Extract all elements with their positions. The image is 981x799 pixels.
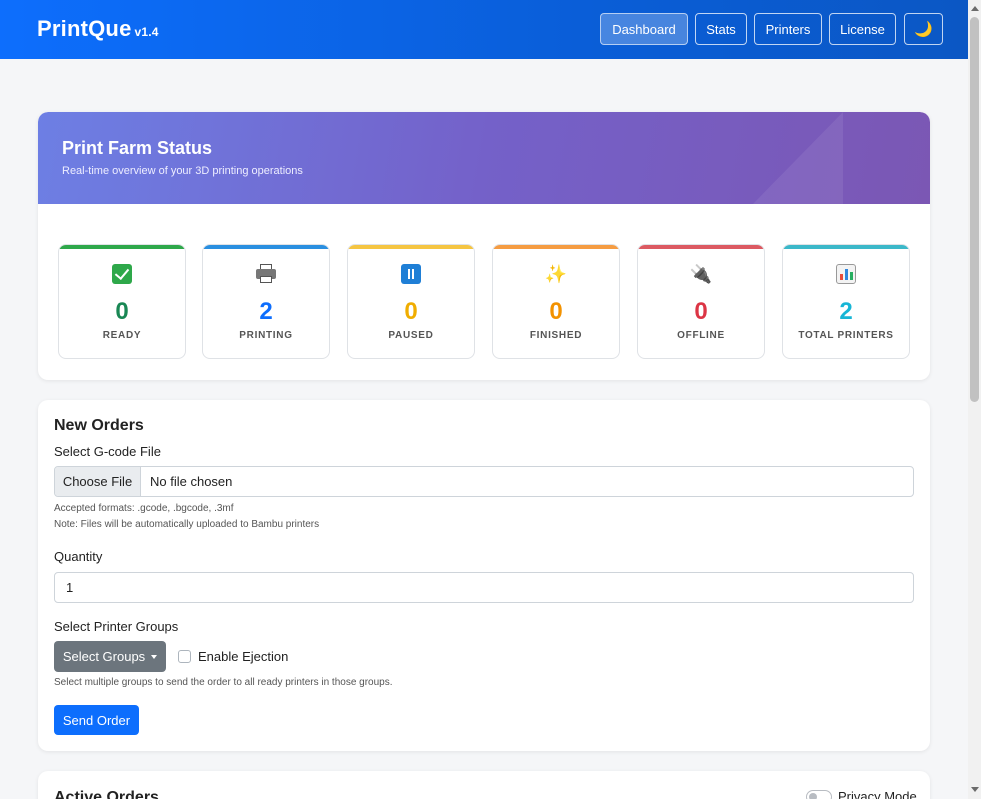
stat-label: FINISHED xyxy=(529,330,583,341)
stat-accent-bar xyxy=(783,245,909,249)
privacy-mode-toggle[interactable] xyxy=(806,790,832,799)
stat-label: PRINTING xyxy=(239,330,293,341)
select-groups-label: Select Groups xyxy=(62,649,146,664)
choose-file-button[interactable]: Choose File xyxy=(55,467,141,496)
brand[interactable]: PrintQue v1.4 xyxy=(37,16,159,42)
quantity-label: Quantity xyxy=(54,549,103,564)
select-groups-dropdown[interactable]: Select Groups xyxy=(54,641,166,672)
status-header: Print Farm Status Real-time overview of … xyxy=(38,112,930,204)
stat-accent-bar xyxy=(59,245,185,249)
groups-help-text: Select multiple groups to send the order… xyxy=(54,677,393,688)
stat-accent-bar xyxy=(348,245,474,249)
gcode-file-label: Select G-code File xyxy=(54,444,161,459)
scrollbar-thumb[interactable] xyxy=(970,17,979,402)
sparkles-icon: ✨ xyxy=(544,264,568,284)
gcode-file-input[interactable]: Choose File No file chosen xyxy=(54,466,914,497)
scroll-down-arrow-icon[interactable] xyxy=(971,787,979,792)
stat-value: 0 xyxy=(404,298,418,325)
quantity-input[interactable]: 1 xyxy=(54,572,914,603)
stat-value: 2 xyxy=(259,298,273,325)
status-subtitle: Real-time overview of your 3D printing o… xyxy=(62,165,303,177)
stat-label: TOTAL PRINTERS xyxy=(798,330,894,341)
stat-card-ready: 0 READY xyxy=(58,244,186,359)
theme-toggle-button[interactable]: 🌙 xyxy=(904,13,943,45)
nav-printers-button[interactable]: Printers xyxy=(754,13,822,45)
stat-card-finished: ✨ 0 FINISHED xyxy=(492,244,620,359)
stat-card-paused: 0 PAUSED xyxy=(347,244,475,359)
new-orders-title: New Orders xyxy=(54,417,144,434)
brand-name: PrintQue xyxy=(37,16,132,41)
brand-version: v1.4 xyxy=(134,25,159,39)
nav-stats-button[interactable]: Stats xyxy=(695,13,747,45)
new-orders-card: New Orders Select G-code File Choose Fil… xyxy=(38,400,930,751)
accepted-formats-help: Accepted formats: .gcode, .bgcode, .3mf xyxy=(54,503,234,514)
stat-label: OFFLINE xyxy=(677,330,725,341)
stat-card-printing: 2 PRINTING xyxy=(202,244,330,359)
stat-value: 0 xyxy=(115,298,129,325)
enable-ejection-checkbox[interactable] xyxy=(178,650,191,663)
enable-ejection-label[interactable]: Enable Ejection xyxy=(198,649,288,664)
plug-icon: 🔌 xyxy=(689,264,713,284)
scroll-up-arrow-icon[interactable] xyxy=(971,6,979,11)
print-farm-status-card: Print Farm Status Real-time overview of … xyxy=(38,112,930,380)
check-icon xyxy=(112,264,132,284)
bambu-upload-note: Note: Files will be automatically upload… xyxy=(54,519,320,530)
stat-value: 0 xyxy=(694,298,708,325)
nav-license-button[interactable]: License xyxy=(829,13,896,45)
stat-label: READY xyxy=(102,330,142,341)
header-decoration xyxy=(753,112,843,204)
status-title: Print Farm Status xyxy=(62,138,213,158)
chart-icon xyxy=(836,264,856,284)
page-scrollbar[interactable] xyxy=(968,0,981,799)
stat-value: 0 xyxy=(549,298,563,325)
moon-icon: 🌙 xyxy=(914,21,933,38)
printer-icon xyxy=(255,264,277,284)
stat-label: PAUSED xyxy=(388,330,434,341)
printer-groups-label: Select Printer Groups xyxy=(54,619,179,634)
stat-accent-bar xyxy=(493,245,619,249)
file-name-display: No file chosen xyxy=(150,474,233,489)
active-orders-card: Active Orders Privacy Mode xyxy=(38,771,930,799)
stat-card-offline: 🔌 0 OFFLINE xyxy=(637,244,765,359)
privacy-mode-label: Privacy Mode xyxy=(838,789,917,799)
top-navbar: PrintQue v1.4 Dashboard Stats Printers Li… xyxy=(0,0,968,59)
nav-dashboard-button[interactable]: Dashboard xyxy=(600,13,688,45)
active-orders-title: Active Orders xyxy=(54,789,159,799)
caret-down-icon xyxy=(151,654,158,659)
send-order-button[interactable]: Send Order xyxy=(54,705,139,735)
stat-accent-bar xyxy=(638,245,764,249)
stat-value: 2 xyxy=(839,298,853,325)
pause-icon xyxy=(401,264,421,284)
stat-accent-bar xyxy=(203,245,329,249)
stat-card-total-printers: 2 TOTAL PRINTERS xyxy=(782,244,910,359)
